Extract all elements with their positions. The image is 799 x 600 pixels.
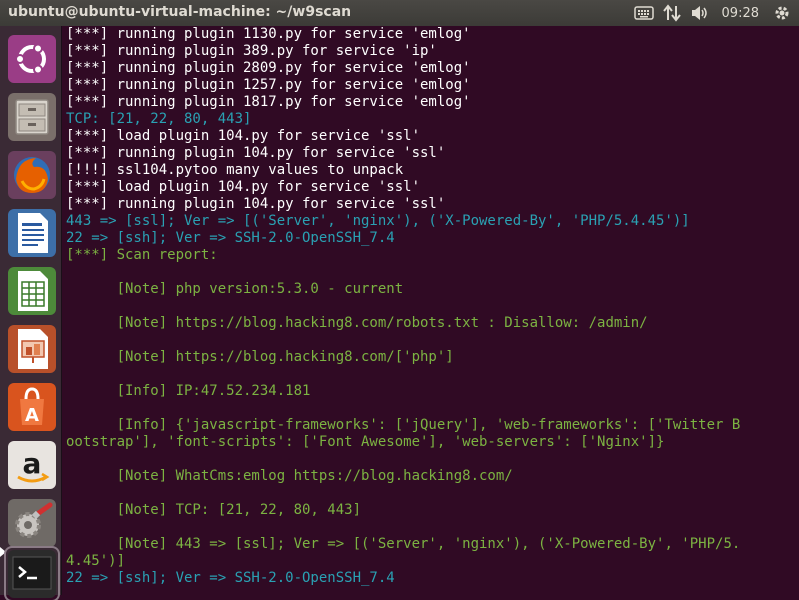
- launcher-item-settings[interactable]: [6, 497, 58, 549]
- terminal-icon: [8, 550, 56, 598]
- launcher-item-calc[interactable]: [6, 265, 58, 317]
- launcher-item-software[interactable]: A: [6, 381, 58, 433]
- terminal-line: [Info] {'javascript-frameworks': ['jQuer…: [66, 417, 741, 433]
- terminal-line: [***] running plugin 1257.py for service…: [66, 77, 471, 93]
- calc-icon: [8, 267, 56, 315]
- terminal-line: 4.45')]: [66, 553, 126, 569]
- keyboard-icon[interactable]: [633, 0, 654, 26]
- launcher-item-writer[interactable]: [6, 207, 58, 259]
- network-arrows-icon[interactable]: [662, 0, 682, 26]
- file-cabinet-icon: [8, 93, 56, 141]
- terminal-line: [Note] php version:5.3.0 - current: [66, 281, 404, 297]
- terminal-line: [!!!] ssl104.pytoo many values to unpack: [66, 162, 404, 178]
- terminal-output[interactable]: [***] running plugin 1130.py for service…: [66, 26, 799, 595]
- terminal-line: 22 => [ssh]; Ver => SSH-2.0-OpenSSH_7.4: [66, 230, 395, 246]
- writer-icon: [8, 209, 56, 257]
- terminal-line: [***] running plugin 104.py for service …: [66, 145, 446, 161]
- terminal-line: TCP: [21, 22, 80, 443]: [66, 111, 252, 127]
- terminal-line: [***] running plugin 1817.py for service…: [66, 94, 471, 110]
- launcher-item-dash[interactable]: [6, 33, 58, 85]
- ubuntu-logo-icon: [8, 35, 56, 83]
- terminal-line: [***] running plugin 104.py for service …: [66, 196, 446, 212]
- launcher-item-amazon[interactable]: a: [6, 439, 58, 491]
- firefox-icon: [8, 151, 56, 199]
- terminal-line: 443 => [ssl]; Ver => [('Server', 'nginx'…: [66, 213, 690, 229]
- amazon-icon: a: [8, 441, 56, 489]
- settings-tools-icon: [8, 499, 56, 547]
- software-center-icon: A: [8, 383, 56, 431]
- svg-text:a: a: [23, 447, 42, 480]
- terminal-line: [Note] https://blog.hacking8.com/robots.…: [66, 315, 648, 331]
- terminal-line: [Info] IP:47.52.234.181: [66, 383, 311, 399]
- svg-text:A: A: [25, 405, 39, 426]
- volume-icon[interactable]: [690, 0, 710, 26]
- terminal-line: [Note] https://blog.hacking8.com/['php']: [66, 349, 454, 365]
- terminal-line: [***] load plugin 104.py for service 'ss…: [66, 128, 421, 144]
- impress-icon: [8, 325, 56, 373]
- launcher-item-files[interactable]: [6, 91, 58, 143]
- launcher-item-terminal[interactable]: [6, 548, 58, 600]
- terminal-line: [Note] 443 => [ssl]; Ver => [('Server', …: [66, 536, 741, 552]
- terminal-line: 22 => [ssh]; Ver => SSH-2.0-OpenSSH_7.4: [66, 570, 395, 586]
- terminal-line: [***] Scan report:: [66, 247, 218, 263]
- terminal-line: [Note] WhatCms:emlog https://blog.hackin…: [66, 468, 513, 484]
- terminal-line: ootstrap'], 'font-scripts': ['Font Aweso…: [66, 434, 665, 450]
- terminal-line: [***] running plugin 2809.py for service…: [66, 60, 471, 76]
- launcher-item-impress[interactable]: [6, 323, 58, 375]
- system-tray: 09:28: [630, 0, 799, 26]
- launcher-item-firefox[interactable]: [6, 149, 58, 201]
- terminal-line: [Note] TCP: [21, 22, 80, 443]: [66, 502, 362, 518]
- top-panel: ubuntu@ubuntu-virtual-machine: ~/w9scan …: [0, 0, 799, 26]
- terminal-line: [***] running plugin 389.py for service …: [66, 43, 437, 59]
- gear-icon[interactable]: [773, 0, 791, 26]
- clock[interactable]: 09:28: [722, 0, 759, 26]
- launcher: A a: [0, 26, 62, 598]
- window-title: ubuntu@ubuntu-virtual-machine: ~/w9scan: [8, 4, 352, 20]
- terminal-line: [***] running plugin 1130.py for service…: [66, 26, 471, 42]
- terminal-line: [***] load plugin 104.py for service 'ss…: [66, 179, 421, 195]
